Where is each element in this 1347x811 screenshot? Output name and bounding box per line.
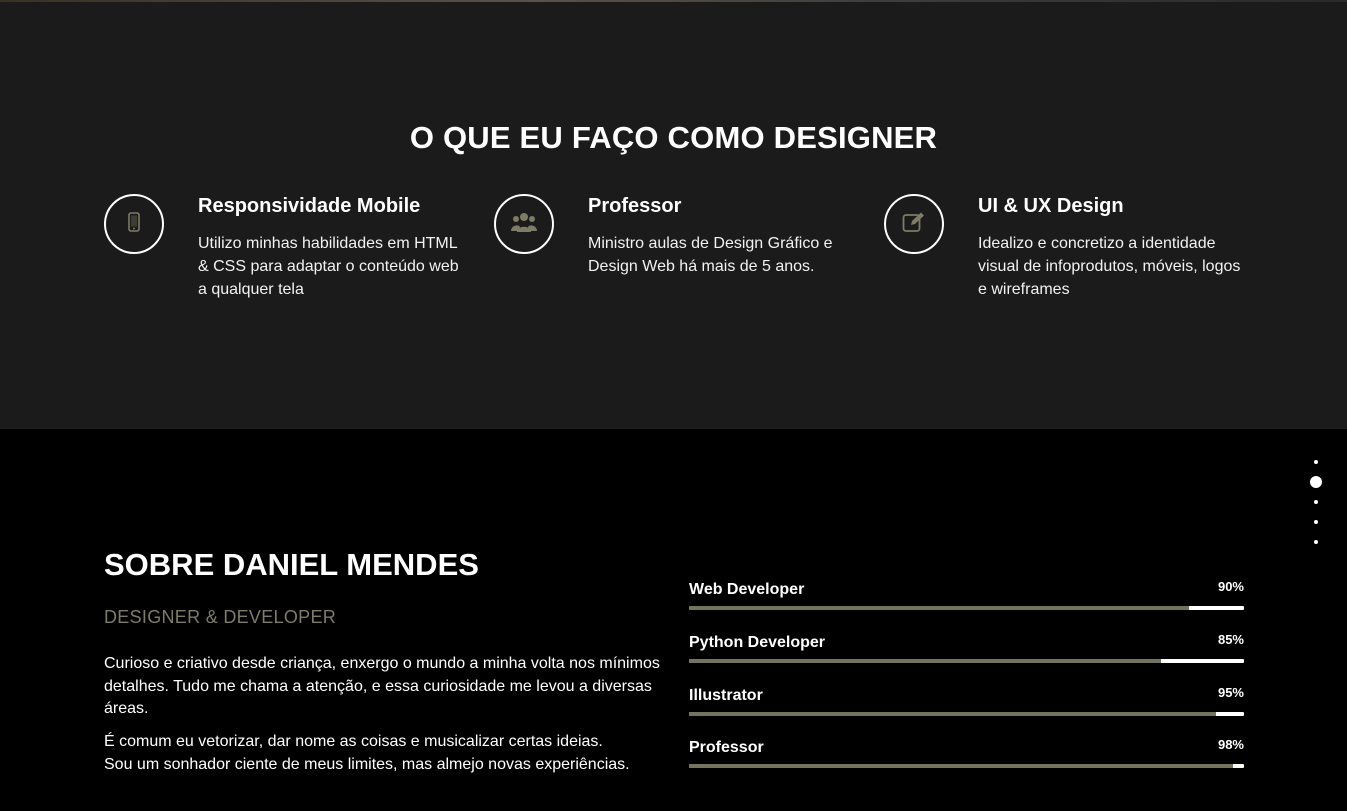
skill-bar-fill (689, 659, 1161, 663)
skill-web-developer: Web Developer 90% (689, 579, 1244, 617)
services-section: O QUE EU FAÇO COMO DESIGNER Responsivida… (0, 2, 1347, 429)
skill-bar-track (689, 606, 1244, 610)
service-icon-circle (884, 194, 944, 254)
service-description: Idealizo e concretizo a identidade visua… (978, 235, 1241, 298)
service-responsive-mobile: Responsividade Mobile Utilizo minhas hab… (104, 194, 474, 314)
nav-dot-1[interactable] (1314, 460, 1318, 464)
skill-illustrator: Illustrator 95% (689, 685, 1244, 723)
service-title: UI & UX Design (978, 195, 1124, 217)
skill-percent: 98% (1217, 737, 1244, 752)
skill-professor: Professor 98% (689, 737, 1244, 775)
service-title: Professor (588, 195, 682, 217)
nav-dot-5[interactable] (1314, 540, 1318, 544)
services-title: O QUE EU FAÇO COMO DESIGNER (409, 120, 938, 155)
skill-bar-track (689, 659, 1244, 663)
skill-bar-fill (689, 764, 1233, 768)
skill-bar-track (689, 764, 1244, 768)
about-paragraph-1: Curioso e criativo desde criança, enxerg… (104, 655, 660, 717)
about-paragraph-2-line-1: É comum eu vetorizar, dar nome as coisas… (104, 733, 603, 750)
section-nav-dots (1308, 456, 1324, 552)
users-group-icon (510, 211, 538, 238)
skill-python-developer: Python Developer 85% (689, 632, 1244, 670)
skill-percent: 90% (1217, 579, 1244, 594)
skill-bar-fill (689, 712, 1217, 716)
mobile-phone-icon (128, 211, 140, 237)
service-professor: Professor Ministro aulas de Design Gráfi… (494, 194, 864, 314)
about-paragraph-2-line-2: Sou um sonhador ciente de meus limites, … (104, 755, 630, 773)
skill-percent: 85% (1217, 632, 1244, 647)
service-description: Utilizo minhas habilidades em HTML & CSS… (198, 235, 459, 298)
skill-percent: 95% (1217, 685, 1244, 700)
service-description: Ministro aulas de Design Gráfico e Desig… (588, 235, 833, 275)
about-title: SOBRE DANIEL MENDES (104, 547, 479, 582)
service-icon-circle (104, 194, 164, 254)
about-section: SOBRE DANIEL MENDES DESIGNER & DEVELOPER… (0, 429, 1347, 811)
service-icon-circle (494, 194, 554, 254)
nav-dot-2[interactable] (1310, 476, 1322, 488)
skill-name: Web Developer (689, 581, 805, 598)
skill-name: Professor (689, 739, 764, 756)
nav-dot-4[interactable] (1314, 520, 1318, 524)
about-subtitle: DESIGNER & DEVELOPER (104, 607, 337, 627)
edit-pencil-icon (902, 211, 926, 238)
service-title: Responsividade Mobile (198, 195, 421, 217)
service-ui-ux: UI & UX Design Idealizo e concretizo a i… (884, 194, 1254, 314)
skill-bar-fill (689, 606, 1189, 610)
skill-bar-track (689, 712, 1244, 716)
skill-name: Illustrator (689, 687, 763, 704)
nav-dot-3[interactable] (1314, 500, 1318, 504)
about-paragraph-2: É comum eu vetorizar, dar nome as coisas… (104, 731, 664, 776)
skill-name: Python Developer (689, 634, 826, 651)
